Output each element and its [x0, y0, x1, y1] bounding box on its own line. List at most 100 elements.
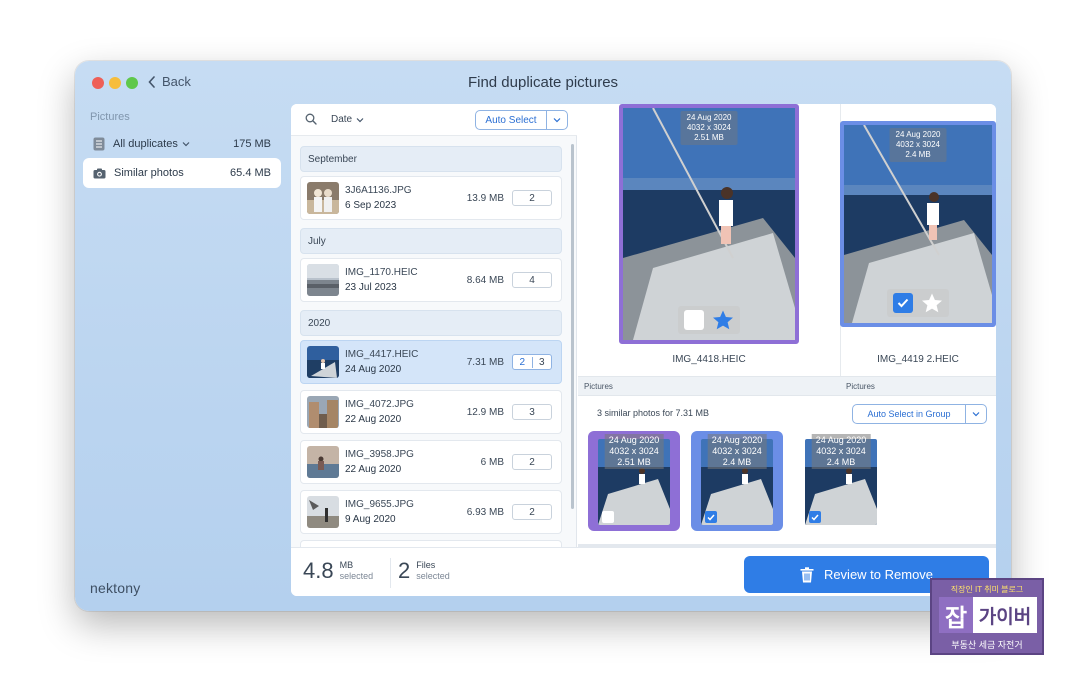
similar-thumb-2[interactable]: 24 Aug 2020 4032 x 3024 2.4 MB — [691, 431, 783, 531]
photo-thumbnail — [307, 496, 339, 528]
trash-icon — [800, 566, 814, 582]
meta-size: 2.4 MB — [905, 150, 931, 159]
preview-card-2[interactable]: 24 Aug 2020 4032 x 3024 2.4 MB — [840, 121, 996, 327]
review-label: Review to Remove — [823, 567, 934, 582]
preview-actions — [678, 306, 740, 334]
sort-date-dropdown[interactable]: Date — [331, 114, 364, 125]
select-checkbox[interactable] — [684, 310, 704, 330]
meta-date: 24 Aug 2020 — [686, 113, 732, 122]
sidebar-item-similar-photos[interactable]: Similar photos 65.4 MB — [83, 158, 281, 188]
preview-caption: IMG_4419 2.HEIC — [877, 354, 959, 365]
watermark-top: 직장인 IT 취미 블로그 — [950, 585, 1024, 594]
file-name: IMG_9655.JPG — [345, 499, 414, 510]
preview-card-1[interactable]: 24 Aug 2020 4032 x 3024 2.51 MB — [619, 104, 799, 344]
auto-select-menu-button[interactable] — [547, 111, 567, 129]
pictures-bar: Pictures Pictures — [578, 376, 996, 396]
list-item[interactable]: IMG_4072.JPG 22 Aug 2020 12.9 MB 3 — [300, 390, 562, 434]
auto-select-in-group-menu[interactable] — [966, 405, 986, 423]
selected-files-value: 2 — [398, 558, 411, 583]
duplicate-count: 2 — [512, 190, 552, 206]
sidebar-item-all-duplicates[interactable]: All duplicates 175 MB — [83, 129, 281, 159]
duplicate-count: 3 — [512, 404, 552, 420]
thumb-checkbox[interactable] — [602, 511, 614, 523]
file-name: IMG_3958.JPG — [345, 449, 414, 460]
list-item[interactable]: 3J6A1136.JPG 6 Sep 2023 13.9 MB 2 — [300, 176, 562, 220]
sort-label: Date — [331, 114, 353, 125]
selected-size-stat: 4.8 MB selected — [303, 558, 373, 584]
photo-thumbnail — [307, 182, 339, 214]
meta-size: 2.4 MB — [722, 457, 752, 467]
selected-files-unit: Files — [416, 560, 436, 570]
sidebar-item-label: All duplicates — [113, 138, 178, 150]
duplicate-count: 2 — [512, 454, 552, 470]
checkmark-icon — [707, 514, 715, 521]
meta-date: 24 Aug 2020 — [895, 130, 941, 139]
watermark-mark: 잡 — [939, 597, 973, 633]
duplicate-count-selected: 23 — [512, 354, 552, 370]
list-item-selected[interactable]: IMG_4417.HEIC 24 Aug 2020 7.31 MB 23 — [300, 340, 562, 384]
thumb-metadata: 24 Aug 2020 4032 x 3024 2.4 MB — [707, 434, 767, 469]
list-scrollbar[interactable] — [571, 144, 574, 509]
auto-select-in-group-label[interactable]: Auto Select in Group — [853, 405, 966, 423]
meta-date: 24 Aug 2020 — [815, 435, 867, 445]
watermark-badge: 직장인 IT 취미 블로그 잡 가이버 부동산 세금 자전거 — [930, 578, 1044, 655]
file-date: 22 Aug 2020 — [345, 464, 402, 475]
similar-thumb-1[interactable]: 24 Aug 2020 4032 x 3024 2.51 MB — [588, 431, 680, 531]
file-name: 3J6A1136.JPG — [345, 185, 412, 196]
meta-date: 24 Aug 2020 — [711, 435, 763, 445]
checkmark-icon — [811, 514, 819, 521]
sidebar-heading: Pictures — [90, 111, 130, 123]
file-name: IMG_4417.HEIC — [345, 349, 419, 360]
watermark-bottom: 부동산 세금 자전거 — [951, 640, 1023, 650]
duplicates-list-panel: Date Auto Select September 3J6A1136.JPG 6… — [291, 104, 577, 552]
select-checkbox-checked[interactable] — [893, 293, 913, 313]
meta-resolution: 4032 x 3024 — [816, 446, 866, 456]
similar-thumb-3[interactable]: 24 Aug 2020 4032 x 3024 2.4 MB — [795, 431, 887, 531]
watermark-name: 가이버 — [978, 606, 1032, 628]
star-outline-icon[interactable] — [921, 293, 943, 313]
thumb-checkbox-checked[interactable] — [809, 511, 821, 523]
file-size: 8.64 MB — [466, 274, 504, 286]
photo-thumbnail — [307, 396, 339, 428]
similar-photos-summary: 3 similar photos for 7.31 MB — [597, 408, 710, 418]
selected-size-value: 4.8 — [303, 558, 334, 583]
meta-resolution: 4032 x 3024 — [686, 123, 732, 132]
meta-size: 2.51 MB — [694, 133, 724, 142]
window-title: Find duplicate pictures — [467, 74, 619, 91]
list-item[interactable]: IMG_9655.JPG 9 Aug 2020 6.93 MB 2 — [300, 490, 562, 534]
file-size: 12.9 MB — [466, 406, 504, 418]
preview-metadata: 24 Aug 2020 4032 x 3024 2.51 MB — [680, 111, 738, 145]
app-window: Back Find duplicate pictures Pictures Al… — [75, 61, 1011, 611]
file-size: 6.93 MB — [466, 506, 504, 518]
camera-icon — [93, 168, 106, 178]
list-item[interactable]: IMG_3958.JPG 22 Aug 2020 6 MB 2 — [300, 440, 562, 484]
list-item[interactable]: IMG_1170.HEIC 23 Jul 2023 8.64 MB 4 — [300, 258, 562, 302]
meta-size: 2.51 MB — [617, 457, 651, 467]
file-name: IMG_1170.HEIC — [345, 267, 418, 278]
file-size: 6 MB — [480, 456, 504, 468]
chevron-down-icon — [972, 412, 980, 417]
auto-select-label[interactable]: Auto Select — [476, 111, 547, 129]
group-header: September — [300, 146, 562, 172]
auto-select-in-group-button[interactable]: Auto Select in Group — [852, 404, 987, 424]
chevron-down-icon — [356, 117, 364, 122]
sidebar-item-label: Similar photos — [114, 167, 184, 179]
file-date: 24 Aug 2020 — [345, 364, 402, 375]
meta-resolution: 4032 x 3024 — [895, 140, 941, 149]
duplicate-count: 2 — [512, 504, 552, 520]
auto-select-button[interactable]: Auto Select — [475, 110, 568, 130]
meta-resolution: 4032 x 3024 — [609, 446, 659, 456]
meta-resolution: 4032 x 3024 — [712, 446, 762, 456]
file-size: 13.9 MB — [466, 192, 504, 204]
search-icon[interactable] — [305, 113, 317, 125]
preview-metadata: 24 Aug 2020 4032 x 3024 2.4 MB — [889, 128, 947, 162]
pictures-label: Pictures — [846, 382, 875, 391]
file-date: 22 Aug 2020 — [345, 414, 402, 425]
chevron-down-icon — [553, 118, 561, 123]
sidebar-item-size: 65.4 MB — [230, 167, 271, 179]
star-icon[interactable] — [712, 310, 734, 330]
file-date: 6 Sep 2023 — [345, 200, 397, 211]
thumb-metadata: 24 Aug 2020 4032 x 3024 2.4 MB — [811, 434, 871, 469]
thumb-checkbox-checked[interactable] — [705, 511, 717, 523]
footer-bar: 4.8 MB selected 2 Files selected Review to… — [291, 547, 996, 596]
